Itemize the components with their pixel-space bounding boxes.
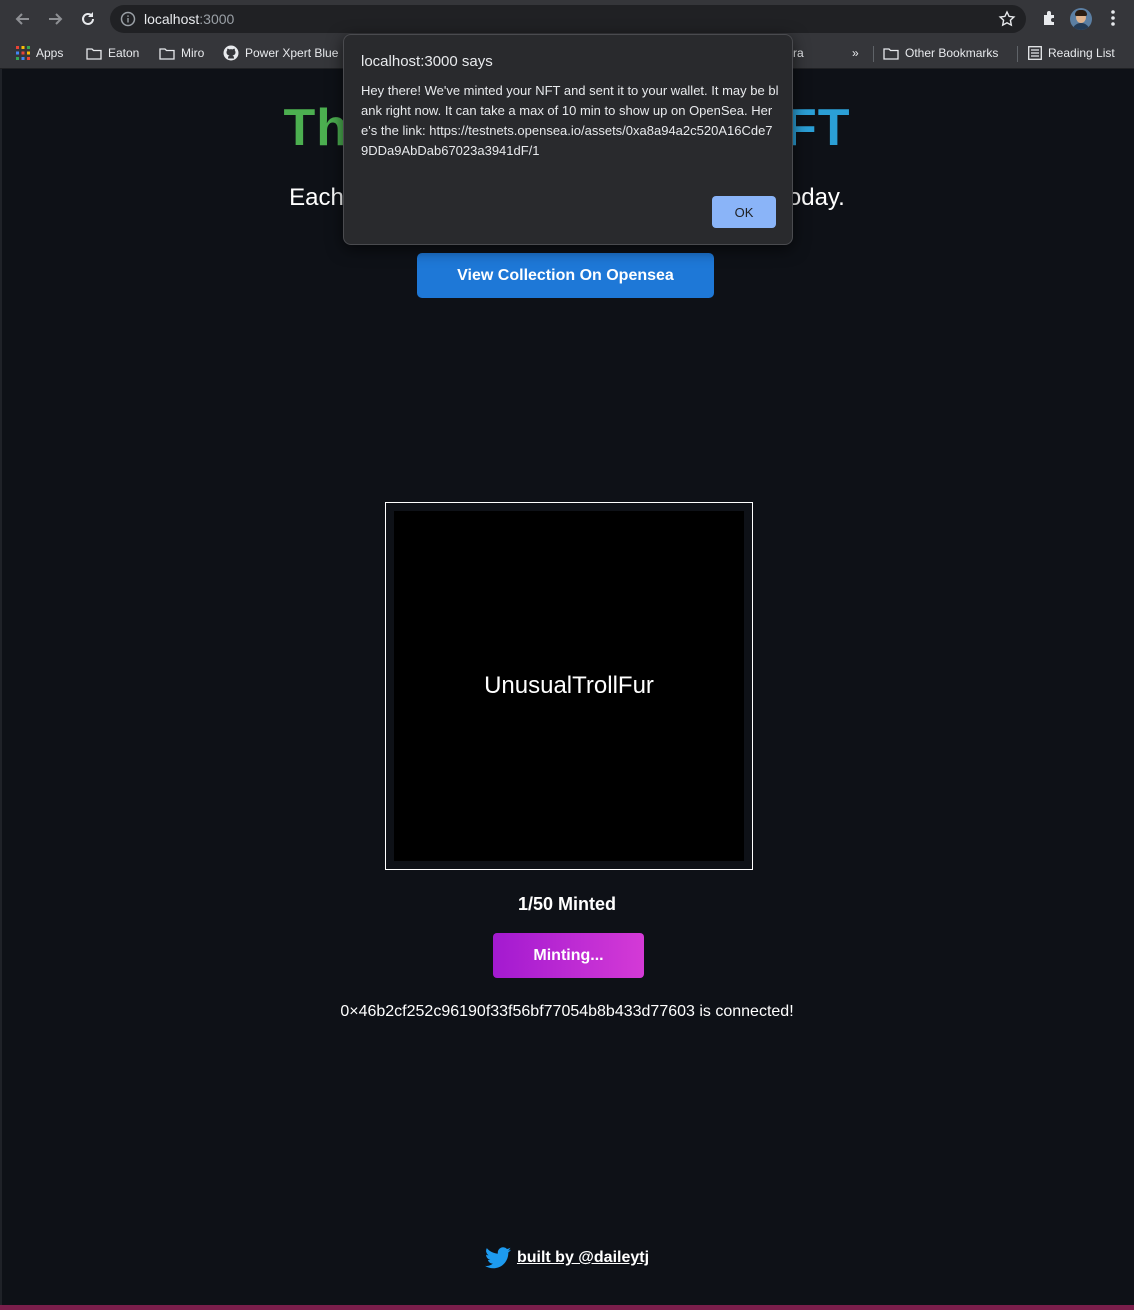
bookmark-label: Eaton — [108, 46, 140, 60]
browser-toolbar: localhost:3000 — [0, 0, 1134, 38]
wallet-connected-status: 0×46b2cf252c96190f33f56bf77054b8b433d776… — [340, 1003, 794, 1020]
mint-button[interactable]: Minting... — [493, 933, 644, 978]
dialog-title: localhost:3000 says — [361, 53, 493, 70]
dialog-message: Hey there! We've minted your NFT and sen… — [361, 83, 779, 158]
bookmark-label: Reading List — [1048, 46, 1115, 60]
back-button[interactable] — [12, 8, 34, 30]
bookmark-label: ra — [793, 46, 804, 60]
arrow-right-icon — [49, 13, 63, 25]
bookmark-eaton[interactable]: Eaton — [86, 43, 139, 63]
title-right-fragment: FT — [785, 99, 851, 157]
bookmark-partial[interactable]: ra — [793, 43, 804, 63]
bookmark-label: Other Bookmarks — [905, 46, 999, 60]
reading-list-icon — [1028, 46, 1042, 60]
bookmark-label: Power Xpert Blue — [245, 46, 339, 60]
bookmark-miro[interactable]: Miro — [159, 43, 204, 63]
bottom-accent-line — [0, 1305, 1134, 1310]
folder-icon — [883, 47, 899, 60]
profile-avatar[interactable] — [1070, 8, 1092, 30]
bookmarks-overflow-button[interactable]: » — [852, 43, 859, 63]
bookmark-other-bookmarks[interactable]: Other Bookmarks — [883, 43, 998, 63]
reload-button[interactable] — [77, 8, 99, 30]
github-icon — [223, 45, 239, 61]
arrow-left-icon — [15, 13, 29, 25]
forward-button[interactable] — [44, 8, 66, 30]
bookmark-divider — [1017, 46, 1018, 62]
alert-dialog: localhost:3000 says Hey there! We've min… — [343, 34, 793, 245]
folder-icon — [159, 47, 175, 60]
twitter-icon — [484, 1247, 511, 1269]
bookmark-power-xpert[interactable]: Power Xpert Blue — [223, 43, 338, 63]
info-icon[interactable] — [120, 11, 136, 27]
bookmark-label: Miro — [181, 46, 205, 60]
view-collection-button[interactable]: View Collection On Opensea — [417, 253, 714, 298]
page-edge — [0, 69, 2, 1305]
subtitle-left-fragment: Each — [289, 184, 344, 211]
nft-preview-image: UnusualTrollFur — [394, 511, 744, 861]
folder-icon — [86, 47, 102, 60]
address-bar[interactable]: localhost:3000 — [110, 5, 1026, 33]
bookmark-apps[interactable]: Apps — [16, 43, 63, 63]
subtitle-right-fragment: oday. — [787, 184, 845, 211]
minted-count: 1/50 Minted — [517, 894, 617, 914]
chevron-double-right-icon: » — [852, 46, 859, 60]
title-left-fragment: Th — [283, 99, 349, 157]
ok-button[interactable]: OK — [712, 196, 776, 228]
bookmark-divider — [873, 46, 874, 62]
footer: built by @daileytj — [0, 1247, 1134, 1269]
extensions-icon[interactable] — [1040, 8, 1060, 28]
author-link[interactable]: built by @daileytj — [517, 1249, 649, 1267]
bookmark-star-icon[interactable] — [998, 10, 1016, 28]
more-menu-icon[interactable] — [1106, 8, 1120, 28]
apps-grid-icon — [16, 46, 30, 60]
bookmark-reading-list[interactable]: Reading List — [1028, 43, 1115, 63]
reload-icon — [82, 12, 94, 25]
url-text: localhost:3000 — [144, 11, 235, 27]
nft-preview-frame: UnusualTrollFur — [385, 502, 753, 870]
bookmark-label: Apps — [36, 46, 64, 60]
nft-name: UnusualTrollFur — [484, 672, 654, 699]
